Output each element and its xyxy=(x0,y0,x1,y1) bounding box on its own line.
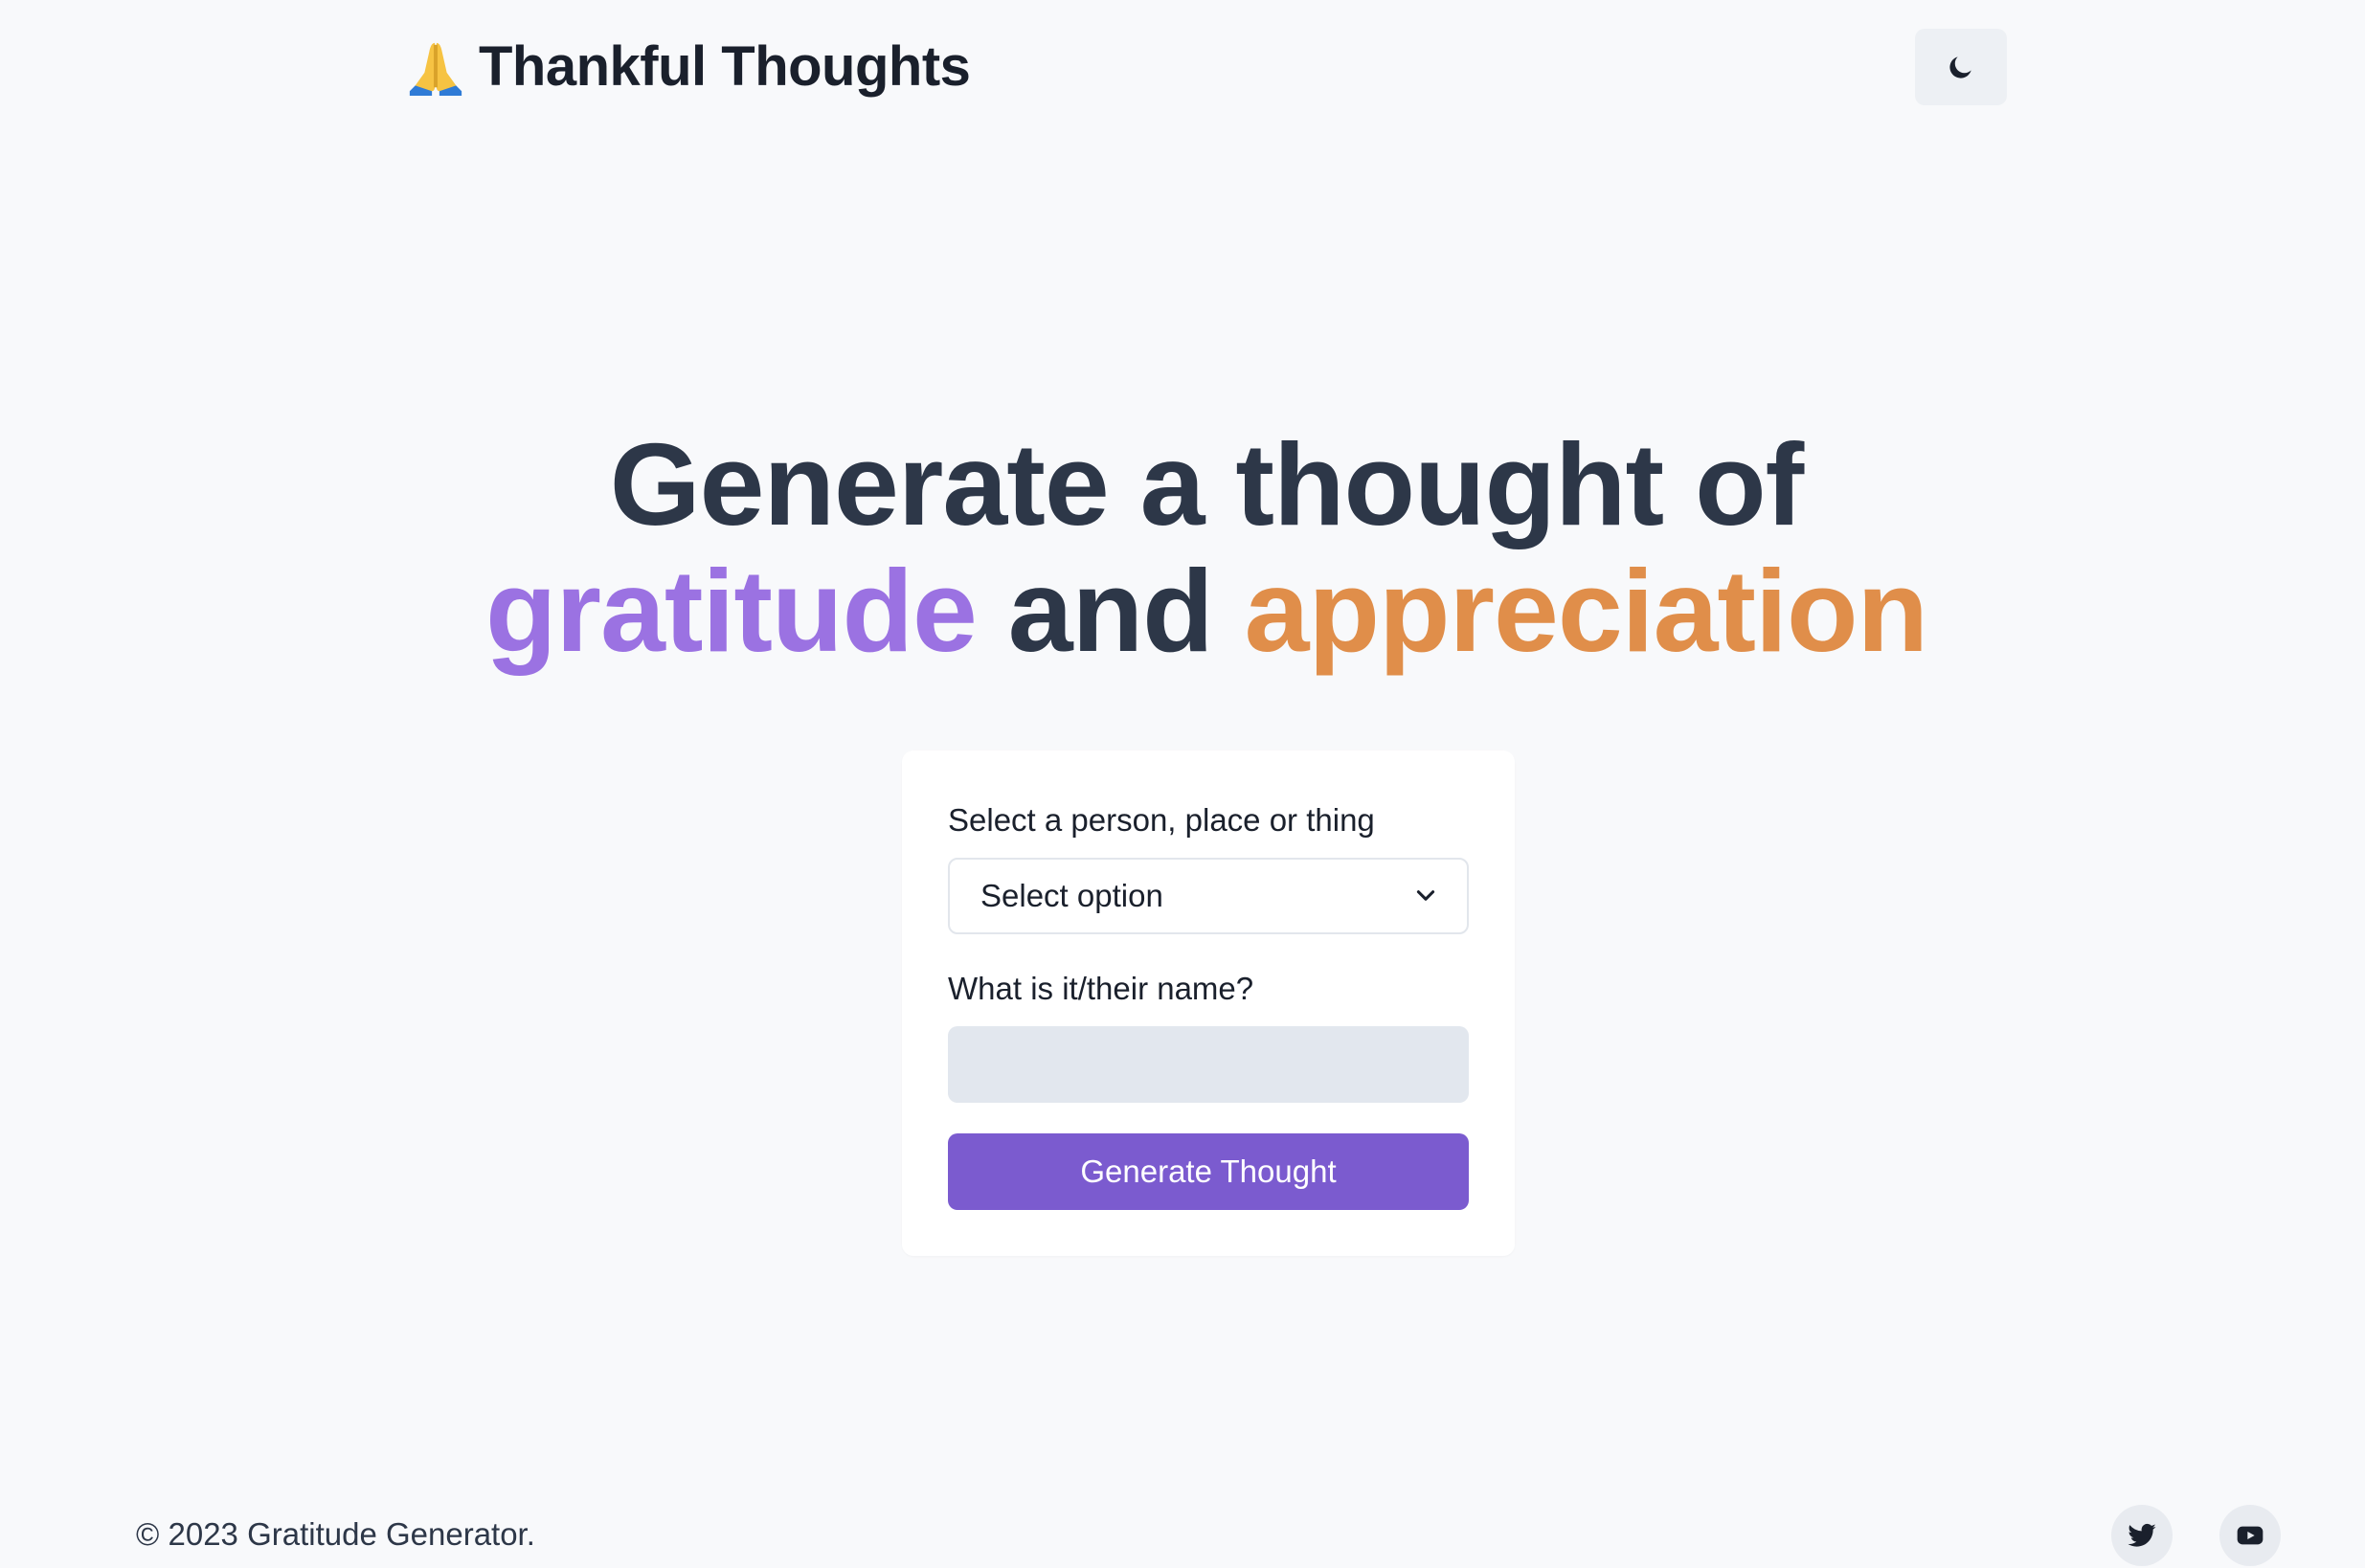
select-label: Select a person, place or thing xyxy=(948,802,1375,838)
page: Thankful Thoughts Generate a thought of … xyxy=(0,0,2365,1568)
folded-hands-icon xyxy=(409,42,462,96)
theme-toggle-button[interactable] xyxy=(1915,29,2007,105)
generate-thought-button[interactable]: Generate Thought xyxy=(948,1133,1469,1210)
twitter-link[interactable] xyxy=(2111,1505,2173,1566)
hero-line-2: gratitude and appreciation xyxy=(0,548,2365,674)
subject-select[interactable]: Select option xyxy=(948,858,1469,934)
name-label: What is it/their name? xyxy=(948,971,1254,1006)
select-value: Select option xyxy=(980,878,1163,913)
hero-word-gratitude: gratitude xyxy=(484,546,978,676)
twitter-icon xyxy=(2128,1523,2156,1547)
hero-word-and: and xyxy=(1007,546,1214,676)
brand-title: Thankful Thoughts xyxy=(479,35,971,98)
chevron-down-icon xyxy=(1413,884,1438,908)
brand-link[interactable]: Thankful Thoughts xyxy=(406,34,971,99)
youtube-link[interactable] xyxy=(2219,1505,2281,1566)
youtube-icon xyxy=(2237,1526,2264,1545)
hero-line-1: Generate a thought of xyxy=(609,419,1804,549)
name-input[interactable] xyxy=(948,1026,1469,1103)
hero-word-appreciation: appreciation xyxy=(1244,546,1928,676)
hero-heading: Generate a thought of gratitude and appr… xyxy=(0,421,2365,674)
copyright-text: © 2023 Gratitude Generator. xyxy=(136,1516,535,1552)
thought-form-card: Select a person, place or thing Select o… xyxy=(902,750,1515,1256)
moon-icon xyxy=(1949,56,1971,78)
